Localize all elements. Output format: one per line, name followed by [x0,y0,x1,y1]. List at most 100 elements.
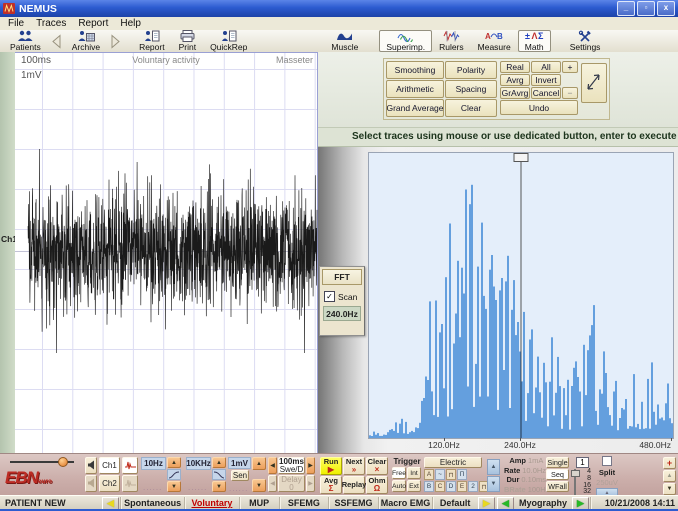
split-checkbox[interactable] [602,456,612,466]
all-button[interactable]: All [531,61,561,73]
swap-traces-button[interactable] [581,63,607,103]
sensitivity-up-button[interactable]: ▲ [252,457,266,470]
ch1-button[interactable]: Ch1 [99,457,120,474]
avrg-button[interactable]: Avrg [500,74,530,86]
right-edge-buttons: + ▲ ▼ [663,457,676,495]
archive-toolbar-button[interactable]: Archive [65,30,107,52]
print-toolbar-button[interactable]: Print [172,30,203,52]
next-study-button[interactable]: ▶ [572,497,589,510]
nav-forward-toolbar-button[interactable] [107,30,124,52]
highpass-up-button[interactable]: ▲ [167,457,181,468]
minus-button[interactable]: − [562,87,578,99]
trigger-free-button[interactable]: Free [392,467,406,479]
smoothing-button[interactable]: Smoothing [386,61,444,79]
maximize-button[interactable]: ▫ [637,1,655,16]
quickrep-toolbar-button[interactable]: QuickRep [203,30,254,52]
clear-button[interactable]: Clear [445,99,497,117]
settings-toolbar-button[interactable]: Settings [563,30,608,52]
stim-waveform-button[interactable]: 2 [468,481,478,492]
emg-trace-panel[interactable]: 100ms 1mV Voluntary activity Masseter [15,52,318,453]
real-button[interactable]: Real [500,61,530,73]
trigger-int-button[interactable]: Int [407,467,421,479]
single-mode-button[interactable]: Single [546,457,569,468]
stim-down-button[interactable]: ▼ [487,476,500,492]
test-voluntary[interactable]: Voluntary [184,497,238,509]
arithmetic-button[interactable]: Arithmetic [386,80,444,98]
polarity-button[interactable]: Polarity [445,61,497,79]
test-default[interactable]: Default [432,497,477,509]
speaker-ch2-button[interactable] [85,475,97,492]
stim-waveform-button[interactable]: B [424,481,434,492]
volume-slider-knob[interactable] [58,457,68,467]
sweep-next-button[interactable]: ▶ [306,457,315,474]
menu-help[interactable]: Help [114,18,147,29]
stim-waveform-button[interactable]: E [457,481,467,492]
avg-button[interactable]: AvgΣ [320,476,342,494]
replay-button[interactable]: Replay [343,476,365,494]
muscle-toolbar-button[interactable]: Muscle [324,30,365,52]
clear-sweep-button[interactable]: Clear× [366,457,388,475]
sweep-count-slider[interactable]: 1 4 8 16 32 [572,457,592,495]
prev-test-button[interactable]: ◀ [102,497,119,510]
gravrg-button[interactable]: GrAvrg [500,87,530,99]
minimize-button[interactable]: _ [617,1,635,16]
seq-mode-button[interactable]: Seq [546,469,569,480]
stim-waveform-button[interactable]: C [435,481,445,492]
add-button[interactable]: + [663,457,676,469]
trigger-auto-button[interactable]: Auto [392,480,406,492]
ch2-button[interactable]: Ch2 [99,475,120,492]
menu-traces[interactable]: Traces [30,18,72,29]
superimp-toolbar-button[interactable]: Superimp. [379,30,432,52]
report-toolbar-button[interactable]: Report [132,30,172,52]
stim-waveform-button[interactable]: ⊓ [446,469,456,480]
spacing-button[interactable]: Spacing [445,80,497,98]
test-spontaneous[interactable]: Spontaneous [120,497,184,509]
stim-waveform-button[interactable]: ~ [435,469,445,480]
plus-button[interactable]: + [562,61,578,73]
test-ssfemg[interactable]: SSFEMG [328,497,378,509]
cancel-button[interactable]: Cancel [531,87,561,99]
trace-mode-button[interactable] [122,457,138,474]
trigger-ext-button[interactable]: Ext [407,480,421,492]
stimulator-type-dropdown[interactable]: Electric [424,457,482,468]
rulers-toolbar-button[interactable]: Rulers [432,30,471,52]
fft-panel-title[interactable]: FFT [322,269,362,285]
stim-waveform-button[interactable]: A [424,469,434,480]
run-button[interactable]: Run▶ [320,457,342,475]
math-toolbar-button[interactable]: ±ΛΣMath [518,30,551,52]
stim-waveform-button[interactable]: Π [457,469,467,480]
grand-average-button[interactable]: Grand Average [386,99,444,117]
invert-button[interactable]: Invert [531,74,561,86]
scan-checkbox[interactable]: ✓ [324,291,335,302]
menu-report[interactable]: Report [72,18,114,29]
scroll-up-button[interactable]: ▲ [663,470,676,482]
close-button[interactable]: x [657,1,675,16]
test-mup[interactable]: MUP [239,497,279,509]
next-button[interactable]: Next» [343,457,365,475]
menu-file[interactable]: File [2,18,30,29]
sweep-count-knob[interactable] [571,470,580,477]
undo-button[interactable]: Undo [500,100,578,115]
ohm-button[interactable]: OhmΩ [366,476,388,494]
lowpass-up-button[interactable]: ▲ [212,457,226,468]
test-macro-emg[interactable]: Macro EMG [378,497,432,509]
measure-toolbar-button[interactable]: ABMeasure [471,30,518,52]
nav-back-toolbar-button[interactable] [48,30,65,52]
sensitivity-down-button[interactable]: ▼ [252,479,266,492]
sweep-prev-button[interactable]: ◀ [268,457,277,474]
patients-toolbar-button[interactable]: Patients [3,30,48,52]
next-test-button[interactable]: ▶ [478,497,495,510]
wfall-mode-button[interactable]: WFall [546,481,569,492]
speaker-ch1-button[interactable] [85,457,97,474]
highpass-down-button[interactable]: ▼ [167,481,181,492]
stim-waveform-button[interactable]: D [446,481,456,492]
fft-spectrum-plot[interactable] [368,152,674,439]
test-sfemg[interactable]: SFEMG [279,497,329,509]
trace-mode-button-disabled[interactable] [122,475,138,492]
delay-prev-button[interactable]: ◀ [268,475,277,492]
lowpass-down-button[interactable]: ▼ [212,481,226,492]
stim-up-button[interactable]: ▲ [487,459,500,475]
delay-next-button[interactable]: ▶ [306,475,315,492]
scroll-down-button[interactable]: ▼ [663,483,676,495]
prev-study-button[interactable]: ◀ [497,497,514,510]
